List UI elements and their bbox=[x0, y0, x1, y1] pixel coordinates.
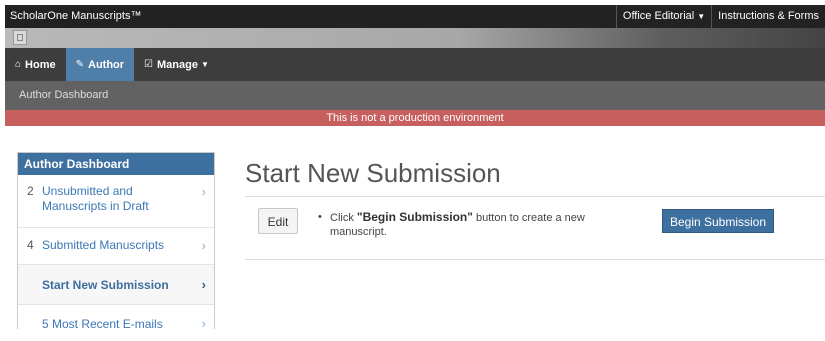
begin-submission-button[interactable]: Begin Submission bbox=[662, 209, 774, 233]
instructions-forms-label: Instructions & Forms bbox=[718, 10, 819, 22]
environment-warning-banner: This is not a production environment bbox=[5, 110, 825, 126]
instruction-prefix: Click bbox=[330, 212, 357, 224]
sub-nav: Author Dashboard bbox=[5, 81, 825, 110]
chevron-right-icon: › bbox=[201, 277, 206, 292]
logo-placeholder-icon bbox=[13, 30, 27, 45]
author-dashboard-sidebar: Author Dashboard 2 Unsubmitted and Manus… bbox=[17, 152, 215, 331]
instruction-bold: "Begin Submission" bbox=[356, 210, 473, 224]
sidebar-item-unsubmitted[interactable]: 2 Unsubmitted and Manuscripts in Draft › bbox=[18, 175, 214, 228]
sidebar-item-start-new-submission[interactable]: Start New Submission › bbox=[18, 265, 214, 305]
pencil-icon: ✎ bbox=[75, 59, 84, 70]
instruction-line-2: manuscript. bbox=[330, 226, 387, 238]
sidebar-item-label: Unsubmitted and Manuscripts in Draft bbox=[42, 184, 149, 213]
caret-down-icon: ▼ bbox=[200, 60, 209, 69]
top-right-menu: Office Editorial ▼ Instructions & Forms bbox=[615, 5, 825, 28]
tab-manage-label: Manage bbox=[157, 58, 198, 71]
instructions-forms-link[interactable]: Instructions & Forms bbox=[711, 5, 825, 28]
chevron-right-icon: › bbox=[201, 238, 206, 253]
divider bbox=[245, 259, 825, 260]
tab-manage[interactable]: ☑ Manage ▼ bbox=[134, 48, 219, 81]
edit-button[interactable]: Edit bbox=[258, 208, 298, 234]
check-square-icon: ☑ bbox=[144, 59, 154, 70]
tab-author-label: Author bbox=[88, 58, 125, 71]
divider bbox=[245, 196, 825, 197]
submission-instruction: • Click "Begin Submission" button to cre… bbox=[318, 210, 618, 239]
main-nav: ⌂ Home ✎ Author ☑ Manage ▼ bbox=[5, 48, 825, 81]
instruction-suffix: button to create a new bbox=[472, 212, 585, 224]
caret-down-icon: ▼ bbox=[697, 12, 706, 21]
office-editorial-label: Office Editorial bbox=[622, 10, 695, 22]
sidebar-item-label: 5 Most Recent E-mails bbox=[42, 317, 163, 331]
tab-home-label: Home bbox=[25, 58, 56, 71]
sidebar-item-recent-emails[interactable]: 5 Most Recent E-mails › bbox=[18, 305, 214, 341]
breadcrumb[interactable]: Author Dashboard bbox=[19, 81, 108, 110]
sidebar-item-count: 4 bbox=[27, 238, 34, 252]
tab-author[interactable]: ✎ Author bbox=[65, 48, 135, 81]
instruction-line-1: Click "Begin Submission" button to creat… bbox=[318, 210, 618, 225]
home-icon: ⌂ bbox=[15, 59, 22, 70]
sidebar-item-label: Submitted Manuscripts bbox=[42, 238, 165, 252]
sidebar-item-submitted[interactable]: 4 Submitted Manuscripts › bbox=[18, 228, 214, 265]
page-title: Start New Submission bbox=[245, 158, 501, 188]
banner-strip bbox=[5, 28, 825, 48]
app-title: ScholarOne Manuscripts™ bbox=[10, 10, 142, 22]
office-editorial-dropdown[interactable]: Office Editorial ▼ bbox=[615, 5, 711, 28]
top-bar: ScholarOne Manuscripts™ Office Editorial… bbox=[5, 5, 825, 28]
chevron-right-icon: › bbox=[201, 184, 206, 199]
bullet-icon: • bbox=[318, 211, 322, 223]
sidebar-item-label: Start New Submission bbox=[42, 278, 169, 292]
sidebar-header: Author Dashboard bbox=[18, 153, 214, 175]
tab-home[interactable]: ⌂ Home bbox=[5, 48, 66, 81]
sidebar-item-count: 2 bbox=[27, 184, 34, 198]
